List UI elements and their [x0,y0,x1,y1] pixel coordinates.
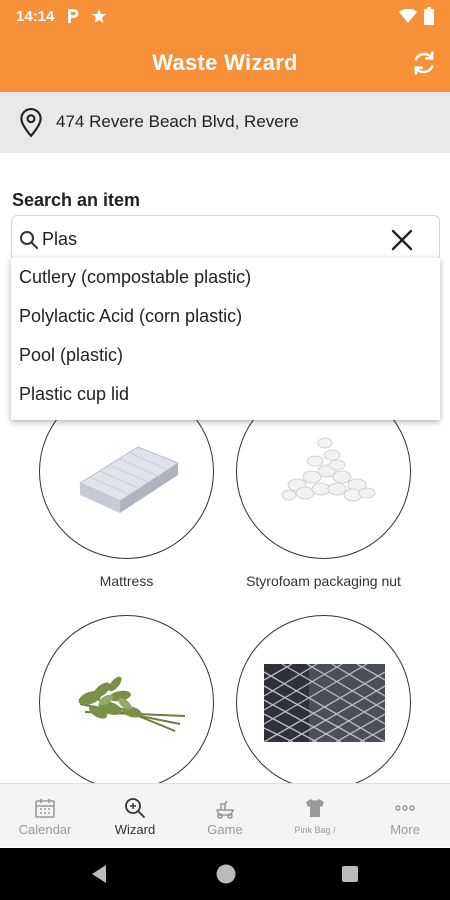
nav-label: More [390,822,420,837]
wizard-search-icon [123,796,147,820]
bottom-nav: Calendar Wizard Game Pink Bag / More [0,783,450,847]
system-nav-bar [0,848,450,900]
back-icon[interactable] [90,864,108,889]
clear-icon[interactable] [391,229,413,251]
search-label: Search an item [12,190,141,210]
shirt-icon [303,796,327,820]
home-icon[interactable] [215,863,237,890]
suggestion-item[interactable]: Cutlery (compostable plastic) [11,258,440,297]
nav-item-game[interactable]: Game [180,784,270,848]
page-title: Waste Wizard [152,50,298,75]
nav-label: Calendar [18,822,72,837]
nav-item-wizard[interactable]: Wizard [90,784,180,848]
search-input[interactable] [42,226,382,252]
refresh-icon[interactable] [410,49,438,77]
location-address: 474 Revere Beach Blvd, Revere [56,112,299,131]
suggestion-item[interactable]: Plastic cup lid [11,375,440,414]
recents-icon[interactable] [341,865,359,888]
item-image-chain-link-fence[interactable] [236,615,411,790]
game-icon [213,796,237,820]
nav-label: Pink Bag / [294,825,336,835]
item-card[interactable] [236,615,411,790]
suggestions-dropdown: Cutlery (compostable plastic) Polylactic… [11,258,440,420]
location-bar[interactable]: 474 Revere Beach Blvd, Revere [0,92,450,153]
nav-item-calendar[interactable]: Calendar [0,784,90,848]
item-card[interactable] [39,615,214,790]
star-icon [91,7,107,25]
more-dots-icon [393,796,417,820]
battery-icon [424,7,434,25]
app-bar: Waste Wizard [0,34,450,92]
calendar-icon [33,796,57,820]
item-image-plant-trimmings[interactable] [39,615,214,790]
suggestion-item[interactable]: Pool (plastic) [11,336,440,375]
status-time: 14:14 [16,8,55,25]
nav-item-pink-bag[interactable]: Pink Bag / [270,784,360,848]
location-pin-icon [18,108,44,143]
parking-icon [66,7,80,25]
nav-label: Game [207,822,243,837]
suggestion-item[interactable]: Polylactic Acid (corn plastic) [11,297,440,336]
search-icon [19,230,39,255]
item-caption: Mattress [99,573,154,589]
nav-label: Wizard [114,822,156,837]
item-caption: Styrofoam packaging nut [246,573,401,589]
wifi-icon [399,9,417,23]
status-bar: 14:14 [0,0,450,34]
search-box [11,215,440,261]
nav-item-more[interactable]: More [360,784,450,848]
